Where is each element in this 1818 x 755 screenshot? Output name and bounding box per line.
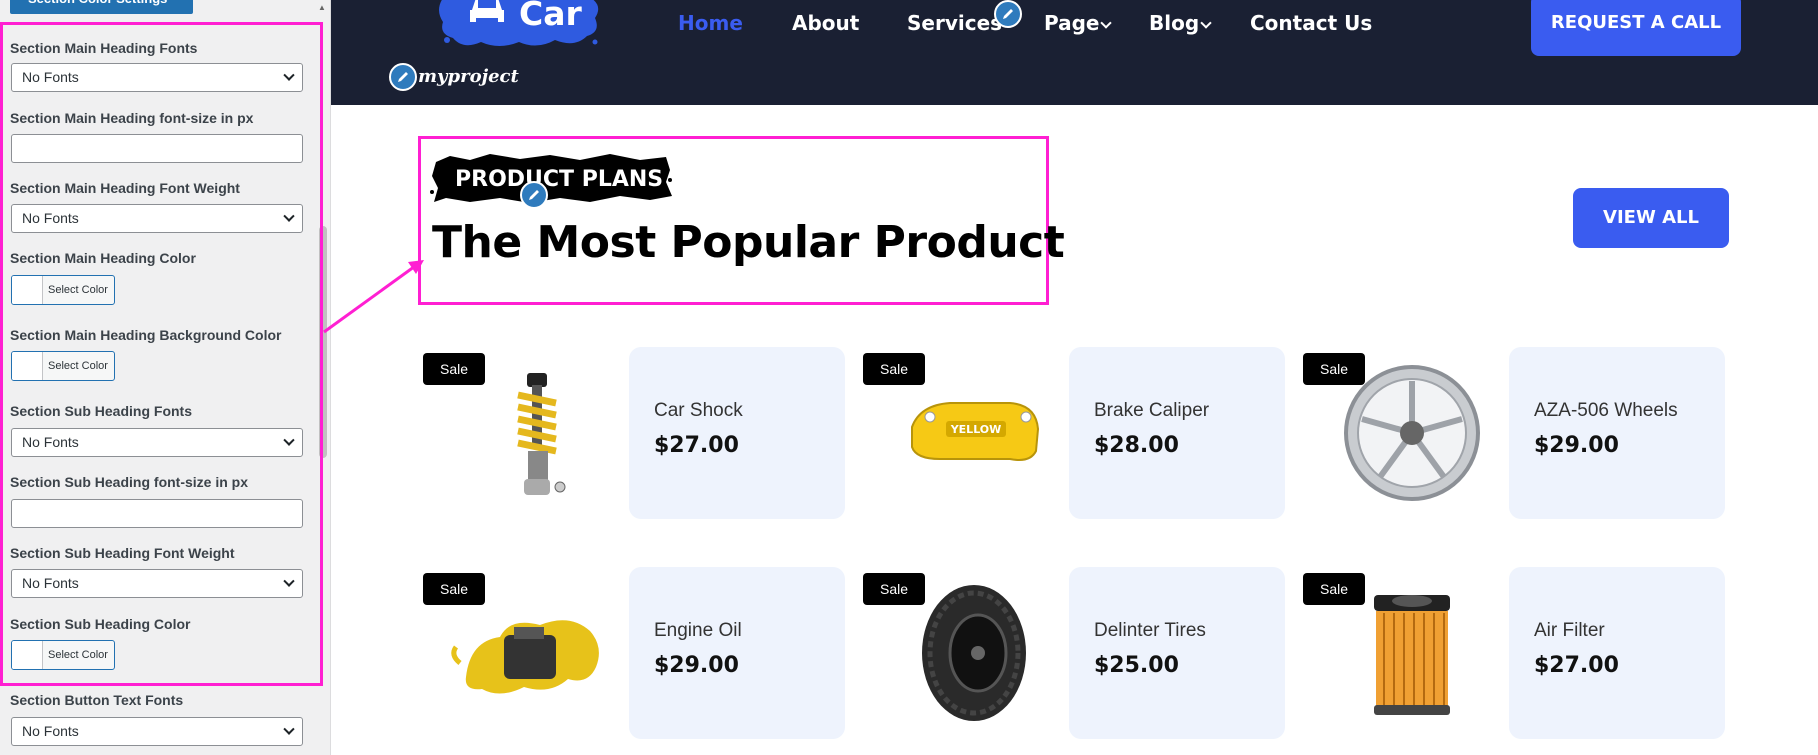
product-price: $29.00 <box>654 653 739 678</box>
annotation-arrow <box>323 260 424 334</box>
product-name[interactable]: Air Filter <box>1534 620 1605 642</box>
product-price: $25.00 <box>1094 653 1179 678</box>
product-image[interactable]: Sale <box>420 567 629 739</box>
product-image[interactable]: Sale <box>420 347 629 519</box>
product-price: $29.00 <box>1534 433 1619 458</box>
product-name[interactable]: Delinter Tires <box>1094 620 1206 642</box>
button-text-fonts-select[interactable]: No Fonts <box>11 717 303 746</box>
product-image[interactable]: Sale <box>1300 347 1509 519</box>
sale-badge: Sale <box>863 353 925 385</box>
product-info: Air Filter $27.00 <box>1509 567 1725 739</box>
product-price: $27.00 <box>654 433 739 458</box>
car-icon <box>470 0 504 22</box>
product-info: AZA-506 Wheels $29.00 <box>1509 347 1725 519</box>
nav-item-contact-us[interactable]: Contact Us <box>1250 11 1372 35</box>
edit-pencil-icon[interactable] <box>389 63 417 91</box>
nav-item-home[interactable]: Home <box>678 11 743 35</box>
page: Section Color Settings ▲ Section Main He… <box>0 0 1818 755</box>
section-main-heading: The Most Popular Product <box>432 217 1065 268</box>
sale-badge: Sale <box>423 353 485 385</box>
product-price: $27.00 <box>1534 653 1619 678</box>
product-card[interactable]: Sale Delinter Tires $25.00 <box>860 567 1285 739</box>
sale-badge: Sale <box>423 573 485 605</box>
button-text-fonts-label: Section Button Text Fonts <box>10 692 184 708</box>
product-card[interactable]: Sale Engine Oil $29.00 <box>420 567 845 739</box>
request-a-call-button[interactable]: REQUEST A CALL <box>1531 0 1741 56</box>
section-tag: PRODUCT PLANS <box>455 167 664 192</box>
product-info: Brake Caliper $28.00 <box>1069 347 1285 519</box>
product-card[interactable]: Sale Car Shock $27.00 <box>420 347 845 519</box>
product-name[interactable]: Car Shock <box>654 400 743 422</box>
product-image[interactable]: Sale <box>860 567 1069 739</box>
product-price: $28.00 <box>1094 433 1179 458</box>
product-name[interactable]: AZA-506 Wheels <box>1534 400 1678 422</box>
product-name[interactable]: Brake Caliper <box>1094 400 1209 422</box>
product-info: Car Shock $27.00 <box>629 347 845 519</box>
nav-item-about[interactable]: About <box>792 11 859 35</box>
edit-pencil-icon[interactable] <box>520 181 548 209</box>
product-image[interactable]: Sale <box>1300 567 1509 739</box>
customizer-sidebar: Section Color Settings ▲ Section Main He… <box>0 0 331 755</box>
nav-item-services[interactable]: Services <box>907 11 1002 35</box>
site-tagline[interactable]: myproject <box>418 66 519 87</box>
view-all-button[interactable]: VIEW ALL <box>1573 188 1729 248</box>
edit-pencil-icon[interactable] <box>994 0 1022 28</box>
nav-item-page[interactable]: Page <box>1044 11 1100 35</box>
product-info: Engine Oil $29.00 <box>629 567 845 739</box>
product-card[interactable]: Sale Air Filter $27.00 <box>1300 567 1725 739</box>
section-color-settings-button[interactable]: Section Color Settings <box>10 0 193 14</box>
svg-text:YELLOW: YELLOW <box>950 423 1002 436</box>
product-image[interactable]: YELLOW Sale <box>860 347 1069 519</box>
select-value: No Fonts <box>22 723 79 739</box>
logo-text[interactable]: Car <box>519 0 582 33</box>
scroll-up-arrow-icon[interactable]: ▲ <box>316 0 328 14</box>
product-card[interactable]: Sale AZA-506 Wheels $29.00 <box>1300 347 1725 519</box>
sale-badge: Sale <box>1303 573 1365 605</box>
nav-item-blog[interactable]: Blog <box>1149 11 1199 35</box>
sale-badge: Sale <box>863 573 925 605</box>
product-info: Delinter Tires $25.00 <box>1069 567 1285 739</box>
product-card[interactable]: YELLOW Sale Brake Caliper $28.00 <box>860 347 1285 519</box>
sidebar-highlight-box <box>0 22 323 686</box>
chevron-down-icon <box>283 723 295 735</box>
product-name[interactable]: Engine Oil <box>654 620 742 642</box>
sale-badge: Sale <box>1303 353 1365 385</box>
